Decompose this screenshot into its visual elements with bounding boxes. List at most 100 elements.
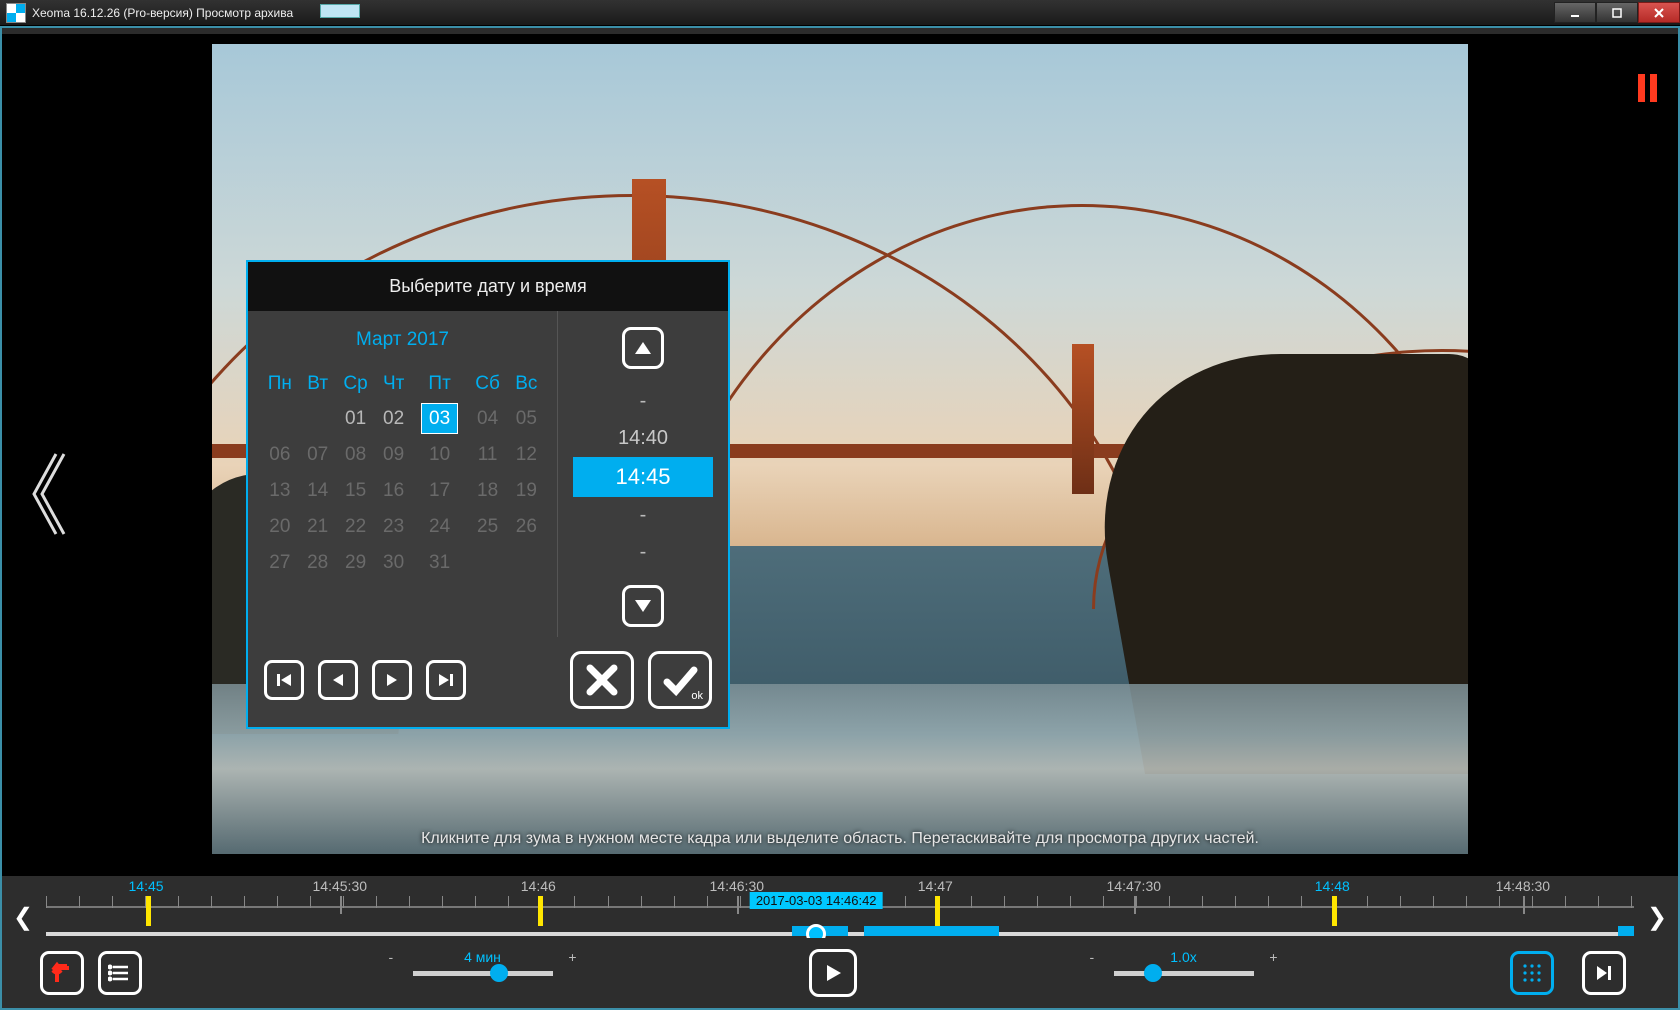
calendar-day: [260, 401, 300, 437]
calendar-dow: Чт: [376, 367, 412, 401]
calendar: Март 2017 ПнВтСрЧтПтСбВс 010203040506070…: [248, 311, 558, 637]
interval-minus[interactable]: -: [389, 949, 394, 965]
dialog-cancel-button[interactable]: [570, 651, 634, 709]
time-up-button[interactable]: [622, 327, 664, 369]
calendar-day[interactable]: 27: [260, 545, 300, 581]
calendar-day[interactable]: 12: [508, 437, 545, 473]
calendar-day[interactable]: 04: [467, 401, 507, 437]
calendar-dow: Вс: [508, 367, 545, 401]
dialog-title: Выберите дату и время: [248, 262, 728, 311]
window-tab[interactable]: [320, 4, 360, 18]
window-titlebar: Xeoma 16.12.26 (Pro-версия) Просмотр арх…: [0, 0, 1680, 26]
calendar-day[interactable]: 30: [376, 545, 412, 581]
window-maximize-button[interactable]: [1596, 2, 1638, 23]
back-button[interactable]: [40, 951, 84, 995]
ok-label: ok: [691, 690, 703, 702]
timeline-label: 14:48: [1315, 878, 1350, 894]
timeline-segment: [864, 926, 999, 936]
calendar-day[interactable]: 16: [376, 473, 412, 509]
calendar-day[interactable]: 13: [260, 473, 300, 509]
timeline-label: 14:45: [129, 878, 164, 894]
interval-plus[interactable]: +: [568, 949, 576, 965]
window-minimize-button[interactable]: [1554, 2, 1596, 23]
calendar-day[interactable]: 06: [260, 437, 300, 473]
calendar-day[interactable]: 02: [376, 401, 412, 437]
window-close-button[interactable]: [1638, 2, 1680, 23]
calendar-day[interactable]: 18: [467, 473, 507, 509]
calendar-day[interactable]: 25: [467, 509, 507, 545]
next-frame-button[interactable]: [1582, 951, 1626, 995]
calendar-day[interactable]: 23: [376, 509, 412, 545]
timeline-label: 14:47: [918, 878, 953, 894]
time-option[interactable]: 14:40: [573, 420, 713, 457]
calendar-day[interactable]: 07: [300, 437, 336, 473]
calendar-dow: Ср: [336, 367, 376, 401]
prev-camera-button[interactable]: [22, 434, 70, 554]
calendar-day[interactable]: 28: [300, 545, 336, 581]
calendar-day[interactable]: 14: [300, 473, 336, 509]
app-icon: [6, 3, 26, 23]
calendar-day[interactable]: 29: [336, 545, 376, 581]
skip-start-button[interactable]: [264, 660, 304, 700]
timeline-label: 14:45:30: [313, 878, 368, 894]
calendar-dow: Сб: [467, 367, 507, 401]
app-frame: Кликните для зума в нужном месте кадра и…: [0, 26, 1680, 1010]
timeline-label: 14:46: [521, 878, 556, 894]
timeline-track[interactable]: 2017-03-03 14:46:42: [46, 896, 1634, 936]
interval-thumb[interactable]: [490, 964, 508, 982]
calendar-day[interactable]: 22: [336, 509, 376, 545]
calendar-month[interactable]: Март 2017: [260, 329, 545, 351]
archive-viewer: Кликните для зума в нужном месте кадра и…: [2, 34, 1678, 854]
calendar-day[interactable]: 17: [412, 473, 468, 509]
speed-label: 1.0x: [1114, 949, 1254, 965]
time-option[interactable]: -: [573, 534, 713, 571]
calendar-day[interactable]: 15: [336, 473, 376, 509]
timeline-timestamp: 2017-03-03 14:46:42: [750, 892, 883, 909]
grid-view-button[interactable]: [1510, 951, 1554, 995]
timeline-segment: [1618, 926, 1634, 936]
calendar-day[interactable]: 26: [508, 509, 545, 545]
play-button[interactable]: [809, 949, 857, 997]
calendar-day[interactable]: 21: [300, 509, 336, 545]
dialog-playback-controls: [264, 660, 466, 700]
timeline-scroll-right[interactable]: ❯: [1644, 902, 1670, 932]
timeline-marker[interactable]: [1332, 896, 1337, 926]
window-title: Xeoma 16.12.26 (Pro-версия) Просмотр арх…: [32, 6, 293, 20]
speed-plus[interactable]: +: [1269, 949, 1277, 965]
timeline-marker[interactable]: [538, 896, 543, 926]
calendar-day[interactable]: 19: [508, 473, 545, 509]
timeline: 14:4514:45:3014:4614:46:3014:4714:47:301…: [2, 876, 1678, 946]
datetime-dialog: Выберите дату и время Март 2017 ПнВтСрЧт…: [246, 260, 730, 729]
calendar-day: [300, 401, 336, 437]
calendar-day[interactable]: 09: [376, 437, 412, 473]
time-list[interactable]: -14:4014:45--: [573, 383, 713, 571]
timeline-marker[interactable]: [146, 896, 151, 926]
calendar-dow: Пн: [260, 367, 300, 401]
calendar-day[interactable]: 05: [508, 401, 545, 437]
skip-end-button[interactable]: [426, 660, 466, 700]
calendar-day[interactable]: 03: [412, 401, 468, 437]
calendar-day[interactable]: 24: [412, 509, 468, 545]
calendar-day[interactable]: 01: [336, 401, 376, 437]
speed-slider[interactable]: - 1.0x +: [1114, 971, 1254, 976]
step-fwd-button[interactable]: [372, 660, 412, 700]
time-option[interactable]: -: [573, 383, 713, 420]
speed-thumb[interactable]: [1144, 964, 1162, 982]
calendar-day[interactable]: 08: [336, 437, 376, 473]
calendar-day[interactable]: 20: [260, 509, 300, 545]
timeline-marker[interactable]: [935, 896, 940, 926]
calendar-day[interactable]: 31: [412, 545, 468, 581]
calendar-dow: Вт: [300, 367, 336, 401]
calendar-day: [508, 545, 545, 581]
timeline-scroll-left[interactable]: ❮: [10, 902, 36, 932]
interval-slider[interactable]: - 4 мин +: [413, 971, 553, 976]
time-option[interactable]: 14:45: [573, 457, 713, 497]
step-back-button[interactable]: [318, 660, 358, 700]
calendar-day[interactable]: 11: [467, 437, 507, 473]
list-button[interactable]: [98, 951, 142, 995]
time-down-button[interactable]: [622, 585, 664, 627]
calendar-day[interactable]: 10: [412, 437, 468, 473]
speed-minus[interactable]: -: [1090, 949, 1095, 965]
dialog-ok-button[interactable]: ok: [648, 651, 712, 709]
time-option[interactable]: -: [573, 497, 713, 534]
